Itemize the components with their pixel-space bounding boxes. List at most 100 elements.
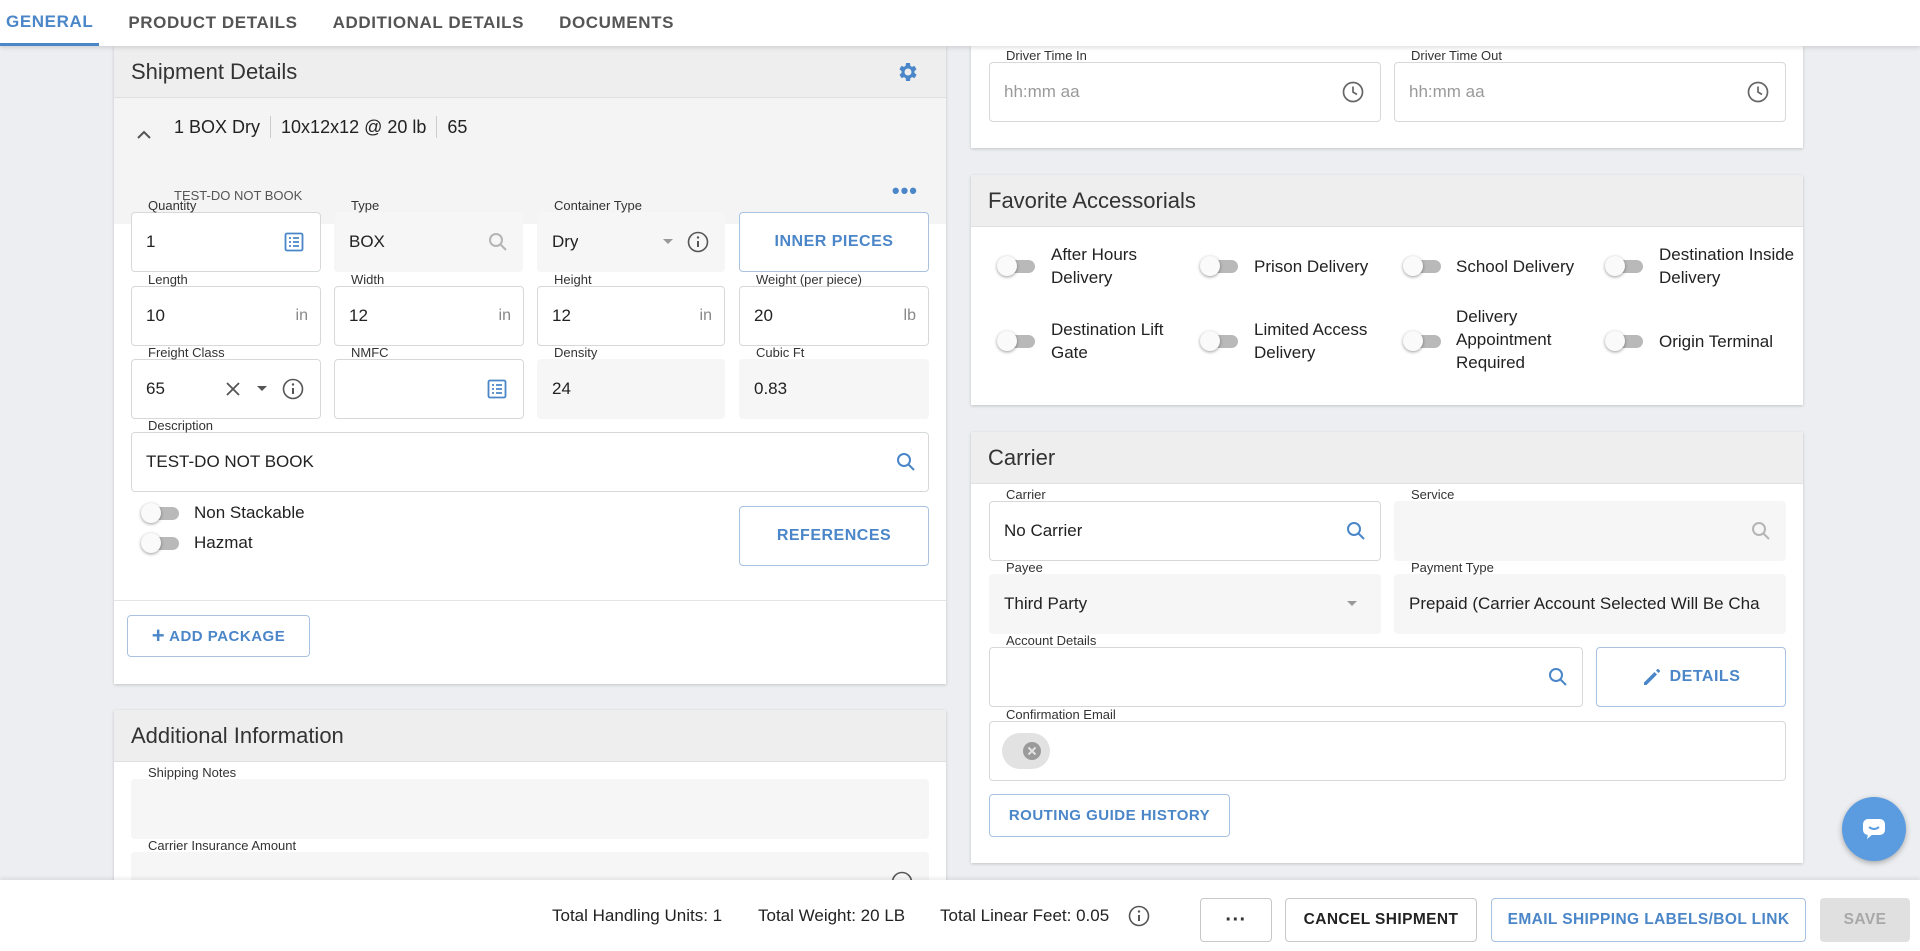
accessorial-label-appointment: Delivery Appointment Required [1456,307,1552,372]
cubic-ft-field: Cubic Ft 0.83 [739,345,929,419]
freight-class-field[interactable]: Freight Class 65 [131,345,321,419]
driver-time-out-field[interactable]: Driver Time Out hh:mm aa [1394,48,1786,122]
package-summary-class: 65 [447,116,468,137]
dropdown-arrow-icon[interactable] [256,385,268,393]
tab-product-details[interactable]: PRODUCT DETAILS [122,0,303,46]
clock-icon[interactable] [1747,81,1769,103]
height-unit: in [699,307,712,324]
search-icon[interactable] [896,452,916,472]
clear-icon[interactable] [226,382,240,396]
accessorial-label-limited-access: Limited Access Delivery [1254,320,1368,362]
remove-chip-icon[interactable] [1022,741,1042,761]
quantity-field[interactable]: Quantity 1 [131,198,321,272]
list-icon[interactable] [487,379,507,399]
nmfc-field[interactable]: NMFC [334,345,524,419]
driver-time-out-placeholder: hh:mm aa [1409,82,1485,101]
height-label: Height [554,272,592,287]
search-icon[interactable] [1751,521,1771,541]
payee-value: Third Party [1004,594,1088,613]
weight-field[interactable]: Weight (per piece) 20 lb [739,272,929,346]
non-stackable-toggle[interactable] [141,503,181,523]
references-button[interactable]: REFERENCES [739,506,929,566]
container-type-field[interactable]: Container Type Dry [537,198,725,272]
confirmation-email-field[interactable]: Confirmation Email [989,707,1786,781]
carrier-header: Carrier [971,432,1803,484]
dropdown-arrow-icon[interactable] [662,238,674,246]
package-summary-dims: 10x12x12 @ 20 lb [281,116,427,137]
accessorial-toggle-after-hours[interactable] [997,256,1037,276]
package-summary[interactable]: 1 BOX Dry 10x12x12 @ 20 lb 65 TEST-DO NO… [114,98,946,224]
width-field[interactable]: Width 12 in [334,272,524,346]
clock-icon[interactable] [1342,81,1364,103]
chat-button[interactable] [1842,797,1906,861]
accessorial-toggle-school[interactable] [1403,256,1443,276]
additional-information-title: Additional Information [131,722,344,748]
cubic-ft-value: 0.83 [754,379,788,398]
density-label: Density [554,345,598,360]
shipping-notes-label: Shipping Notes [148,765,237,780]
accessorial-toggle-limited-access[interactable] [1200,331,1240,351]
info-icon[interactable] [687,231,709,253]
accessorial-toggle-lift-gate[interactable] [997,331,1037,351]
cancel-shipment-button[interactable]: CANCEL SHIPMENT [1285,898,1477,942]
length-field[interactable]: Length 10 in [131,272,321,346]
weight-label: Weight (per piece) [756,272,862,287]
service-field[interactable]: Service [1394,487,1786,561]
tab-additional-details[interactable]: ADDITIONAL DETAILS [327,0,531,46]
info-icon[interactable] [1128,905,1150,927]
list-icon[interactable] [284,232,304,252]
tab-documents[interactable]: DOCUMENTS [553,0,680,46]
accessorial-toggle-destination-inside[interactable] [1605,256,1645,276]
height-field[interactable]: Height 12 in [537,272,725,346]
account-details-label: Account Details [1006,633,1097,648]
type-field[interactable]: Type BOX [334,198,523,272]
accessorial-label-prison: Prison Delivery [1254,257,1369,276]
inner-pieces-button[interactable]: INNER PIECES [739,212,929,272]
driver-time-in-field[interactable]: Driver Time In hh:mm aa [989,48,1381,122]
description-label: Description [148,418,214,433]
info-icon[interactable] [282,378,304,400]
accessorial-toggle-appointment[interactable] [1403,331,1443,351]
pencil-icon [1642,667,1662,687]
save-button[interactable]: SAVE [1820,898,1910,942]
favorite-accessorials-header: Favorite Accessorials [971,175,1803,227]
tab-general[interactable]: GENERAL [0,0,100,46]
freight-class-label: Freight Class [148,345,225,360]
more-actions-button[interactable]: ··· [1200,898,1272,942]
carrier-field[interactable]: Carrier No Carrier [989,487,1381,561]
add-package-button[interactable]: + ADD PACKAGE [127,615,310,657]
total-linear-feet: Total Linear Feet: 0.05 [940,905,1110,925]
accessorial-toggle-origin-terminal[interactable] [1605,331,1645,351]
hazmat-toggle[interactable] [141,533,181,553]
gear-icon[interactable] [896,60,920,90]
description-field[interactable]: Description TEST-DO NOT BOOK [131,418,929,492]
width-value: 12 [349,306,368,325]
carrier-label: Carrier [1006,487,1046,502]
tab-bar: GENERAL PRODUCT DETAILS ADDITIONAL DETAI… [0,0,1920,46]
collapse-chevron-icon[interactable] [136,128,152,146]
container-type-value: Dry [552,232,579,251]
accessorial-toggle-prison[interactable] [1200,256,1240,276]
dropdown-arrow-icon[interactable] [1346,600,1358,608]
payment-type-field[interactable]: Payment Type Prepaid (Carrier Account Se… [1394,560,1786,634]
routing-guide-history-button[interactable]: ROUTING GUIDE HISTORY [989,794,1230,837]
payee-field[interactable]: Payee Third Party [989,560,1381,634]
email-chip[interactable] [1002,733,1050,769]
search-icon[interactable] [1346,521,1366,541]
search-icon[interactable] [488,232,508,252]
width-label: Width [351,272,385,287]
accessorial-label-school: School Delivery [1456,257,1575,276]
account-details-field[interactable]: Account Details [989,633,1583,707]
more-options-icon[interactable]: ••• [892,178,918,204]
favorite-accessorials-title: Favorite Accessorials [988,187,1196,213]
details-button[interactable]: DETAILS [1596,647,1786,707]
payment-type-value: Prepaid (Carrier Account Selected Will B… [1409,594,1760,613]
quantity-value: 1 [146,232,156,251]
weight-unit: lb [903,307,916,324]
shipping-notes-field[interactable]: Shipping Notes [131,765,929,839]
type-label: Type [351,198,380,213]
details-label: DETAILS [1669,668,1741,685]
weight-value: 20 [754,306,773,325]
email-shipping-labels-button[interactable]: EMAIL SHIPPING LABELS/BOL LINK [1491,898,1806,942]
search-icon[interactable] [1548,667,1568,687]
